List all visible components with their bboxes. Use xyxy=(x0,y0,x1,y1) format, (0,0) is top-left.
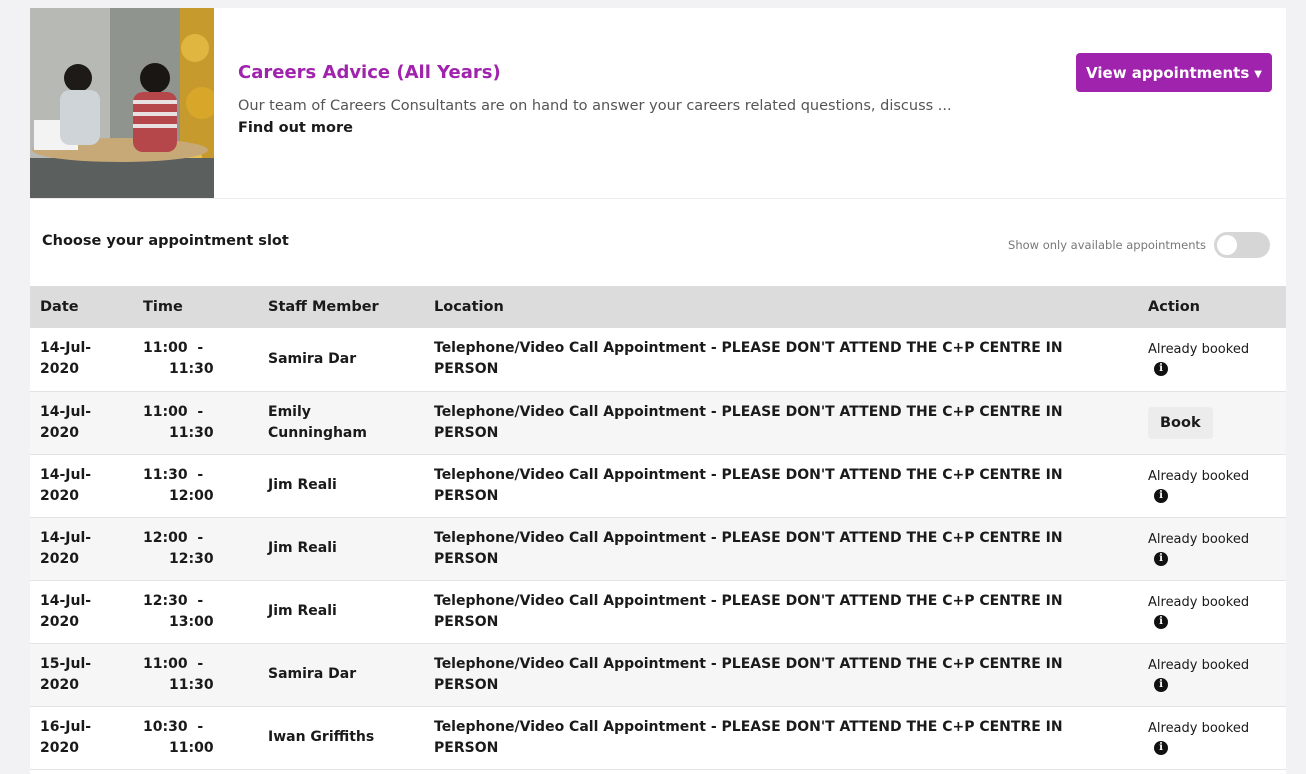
service-title: Careers Advice (All Years) xyxy=(238,62,501,83)
staff-cell: Emily Cunningham xyxy=(268,403,367,441)
staff-cell: Jim Reali xyxy=(268,603,337,619)
staff-cell: Jim Reali xyxy=(268,477,337,493)
book-button[interactable]: Book xyxy=(1148,406,1213,439)
time-cell: 12:30 -13:00 xyxy=(127,580,258,643)
time-cell: 10:30 -11:00 xyxy=(127,706,258,769)
table-row: 14-Jul-2020 11:30 -12:00 Jim Reali Telephon… xyxy=(30,454,1286,517)
appointment-panel: Careers Advice (All Years) Our team of C… xyxy=(30,8,1286,774)
already-booked-label: Already booked xyxy=(1148,594,1250,610)
date-cell: 14-Jul-2020 xyxy=(40,529,92,567)
header-date: Date xyxy=(40,299,79,315)
table-row: 14-Jul-2020 12:00 -12:30 Jim Reali Telephon… xyxy=(30,517,1286,580)
table-header-row: Date Time Staff Member Location Action xyxy=(30,286,1286,328)
time-cell: 11:00 -11:30 xyxy=(127,643,258,706)
action-cell: Already booked i xyxy=(1138,643,1286,706)
time-cell: 12:00 -12:30 xyxy=(127,517,258,580)
time-start: 11:00 xyxy=(143,403,188,420)
location-cell: Telephone/Video Call Appointment - PLEAS… xyxy=(434,340,1063,378)
staff-cell: Jim Reali xyxy=(268,540,337,556)
header-time: Time xyxy=(143,299,183,315)
date-cell: 16-Jul-2020 xyxy=(40,718,92,756)
already-booked-label: Already booked xyxy=(1148,468,1250,484)
service-header: Careers Advice (All Years) Our team of C… xyxy=(30,8,1286,199)
info-icon[interactable]: i xyxy=(1154,614,1168,629)
time-end: 11:00 xyxy=(169,739,214,756)
appointments-table: Date Time Staff Member Location Action 1… xyxy=(30,286,1286,770)
caret-down-icon: ▼ xyxy=(1254,68,1262,80)
table-row: 14-Jul-2020 11:00 -11:30 Emily Cunningham T… xyxy=(30,391,1286,454)
location-cell: Telephone/Video Call Appointment - PLEAS… xyxy=(434,529,1063,567)
available-filter: Show only available appointments xyxy=(1008,232,1270,258)
location-cell: Telephone/Video Call Appointment - PLEAS… xyxy=(434,592,1063,630)
time-cell: 11:30 -12:00 xyxy=(127,454,258,517)
action-cell: Already booked i xyxy=(1138,580,1286,643)
action-cell: Already booked i xyxy=(1138,454,1286,517)
date-cell: 14-Jul-2020 xyxy=(40,340,92,378)
info-icon[interactable]: i xyxy=(1154,488,1168,503)
time-end: 11:30 xyxy=(169,424,214,441)
time-start: 12:00 xyxy=(143,529,188,546)
time-start: 12:30 xyxy=(143,592,188,609)
view-appointments-button[interactable]: View appointments ▼ xyxy=(1076,53,1272,92)
time-cell: 11:00 -11:30 xyxy=(127,328,258,391)
time-start: 10:30 xyxy=(143,718,188,735)
header-location: Location xyxy=(434,299,504,315)
time-cell: 11:00 -11:30 xyxy=(127,391,258,454)
table-row: 15-Jul-2020 11:00 -11:30 Samira Dar Telepho… xyxy=(30,643,1286,706)
available-only-toggle[interactable] xyxy=(1214,232,1270,258)
date-cell: 14-Jul-2020 xyxy=(40,403,92,441)
info-icon[interactable]: i xyxy=(1154,551,1168,566)
toggle-label: Show only available appointments xyxy=(1008,238,1206,252)
service-description: Our team of Careers Consultants are on h… xyxy=(238,98,952,114)
action-cell: Already booked i xyxy=(1138,706,1286,769)
header-staff: Staff Member xyxy=(268,299,379,315)
view-appointments-label: View appointments xyxy=(1086,63,1250,82)
staff-cell: Samira Dar xyxy=(268,666,357,682)
location-cell: Telephone/Video Call Appointment - PLEAS… xyxy=(434,718,1063,756)
action-cell: Book xyxy=(1138,391,1286,454)
info-icon[interactable]: i xyxy=(1154,740,1168,755)
time-end: 13:00 xyxy=(169,613,214,630)
table-row: 14-Jul-2020 11:00 -11:30 Samira Dar Telepho… xyxy=(30,328,1286,391)
already-booked-label: Already booked xyxy=(1148,342,1250,358)
table-row: 14-Jul-2020 12:30 -13:00 Jim Reali Telephon… xyxy=(30,580,1286,643)
header-action: Action xyxy=(1148,299,1201,315)
time-end: 12:00 xyxy=(169,487,214,504)
time-end: 12:30 xyxy=(169,550,214,567)
already-booked-label: Already booked xyxy=(1148,531,1250,547)
staff-cell: Iwan Griffiths xyxy=(268,729,375,745)
info-icon[interactable]: i xyxy=(1154,677,1168,692)
location-cell: Telephone/Video Call Appointment - PLEAS… xyxy=(434,403,1063,441)
staff-cell: Samira Dar xyxy=(268,350,357,367)
already-booked-label: Already booked xyxy=(1148,720,1250,736)
toggle-knob xyxy=(1217,235,1237,255)
time-end: 11:30 xyxy=(169,676,214,693)
info-icon[interactable]: i xyxy=(1154,362,1168,377)
already-booked-label: Already booked xyxy=(1148,657,1250,673)
date-cell: 15-Jul-2020 xyxy=(40,655,92,693)
service-photo xyxy=(30,8,214,198)
date-cell: 14-Jul-2020 xyxy=(40,466,92,504)
find-out-more-link[interactable]: Find out more xyxy=(238,120,353,136)
time-start: 11:30 xyxy=(143,466,188,483)
action-cell: Already booked i xyxy=(1138,328,1286,391)
date-cell: 14-Jul-2020 xyxy=(40,592,92,630)
location-cell: Telephone/Video Call Appointment - PLEAS… xyxy=(434,655,1063,693)
location-cell: Telephone/Video Call Appointment - PLEAS… xyxy=(434,466,1063,504)
time-end: 11:30 xyxy=(169,361,214,378)
table-row: 16-Jul-2020 10:30 -11:00 Iwan Griffiths Tel… xyxy=(30,706,1286,769)
action-cell: Already booked i xyxy=(1138,517,1286,580)
time-start: 11:00 xyxy=(143,655,188,672)
time-start: 11:00 xyxy=(143,340,188,357)
section-heading: Choose your appointment slot xyxy=(42,233,289,249)
